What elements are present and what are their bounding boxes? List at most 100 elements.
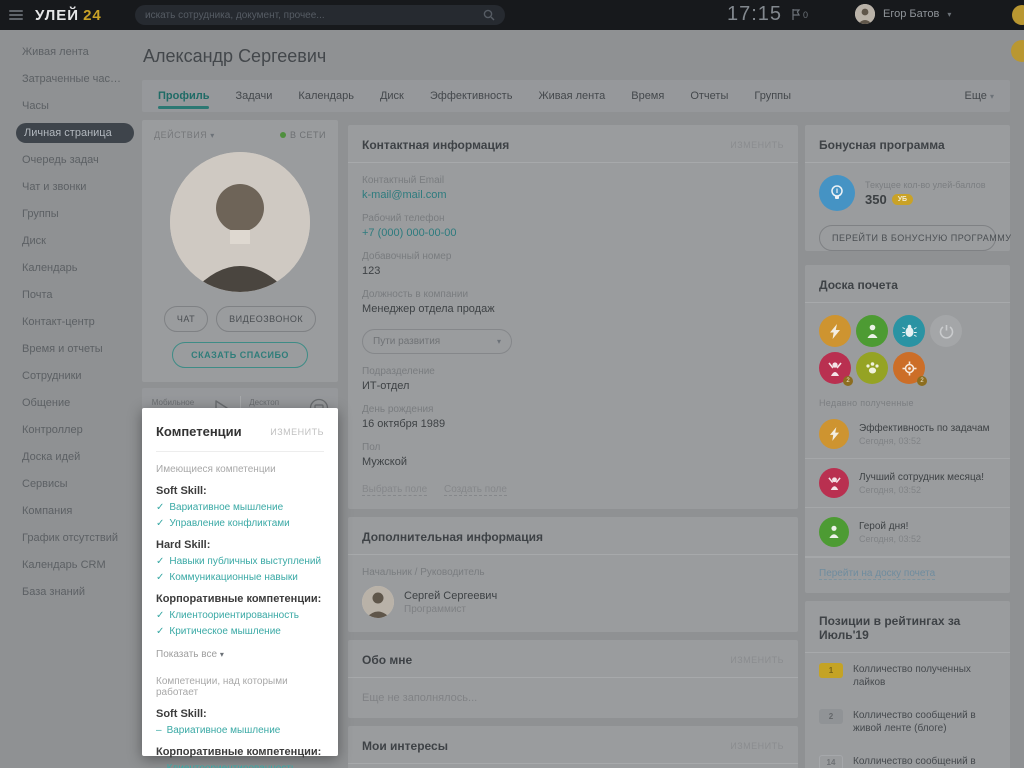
badges-grid: 2 2 <box>805 303 1010 386</box>
paw-badge[interactable] <box>856 352 888 384</box>
rating-label: Колличество полученных лайков <box>853 664 971 688</box>
competency-wip-link[interactable]: –Клиентоориентированность <box>156 763 324 768</box>
tab-profile[interactable]: Профиль <box>158 80 210 112</box>
points-badge: УБ <box>891 193 914 205</box>
field-value: Мужской <box>362 456 407 468</box>
competency-wip-link[interactable]: – Вариативное мышление <box>156 725 324 736</box>
competency-link[interactable]: ✓ Управление конфликтами <box>156 518 324 529</box>
sidebar-item-company[interactable]: Компания <box>0 501 136 521</box>
user-avatar <box>855 4 875 24</box>
sidebar-item-calendar-crm[interactable]: Календарь CRM <box>0 555 136 575</box>
boss-row[interactable]: Сергей Сергеевич Программист <box>362 586 784 618</box>
boss-name[interactable]: Сергей Сергеевич <box>404 590 497 602</box>
gear-badge[interactable]: 2 <box>893 352 927 386</box>
chat-button[interactable]: ЧАТ <box>163 306 209 332</box>
rating-label: Колличество сообщений в живой ленте (бло… <box>853 710 976 734</box>
phone-link[interactable]: +7 (000) 000-00-00 <box>362 227 784 239</box>
chevron-down-icon: ▾ <box>210 131 215 140</box>
page-title: Александр Сергеевич <box>143 46 327 66</box>
actions-dropdown[interactable]: ДЕЙСТВИЯ ▾ <box>154 130 215 140</box>
sidebar-item-personal-page[interactable]: Личная страница <box>16 123 134 143</box>
lightning-icon <box>830 323 840 339</box>
helper-button[interactable] <box>1012 5 1024 25</box>
bonus-title: Бонусная программа <box>819 138 945 152</box>
sidebar-item-disk[interactable]: Диск <box>0 231 136 251</box>
logo-suffix: 24 <box>83 6 102 24</box>
competency-link[interactable]: ✓ Вариативное мышление <box>156 502 324 513</box>
award-title: Эффективность по задачам <box>859 422 990 434</box>
check-icon: ✓ <box>156 626 165 637</box>
tab-live-feed[interactable]: Живая лента <box>538 80 605 112</box>
badge-count: 2 <box>917 376 927 386</box>
recent-award-row[interactable]: Лучший сотрудник месяца! Сегодня, 03:52 <box>805 459 1010 508</box>
competency-link[interactable]: ✓ Навыки публичных выступлений <box>156 556 324 567</box>
sidebar-item-chat-calls[interactable]: Чат и звонки <box>0 177 136 197</box>
sidebar-item-controller[interactable]: Контроллер <box>0 420 136 440</box>
app-logo[interactable]: УЛЕЙ 24 <box>35 7 102 24</box>
development-paths-select[interactable]: Пути развития ▾ <box>362 329 512 354</box>
competency-group-heading: Корпоративные компетенции: <box>156 593 322 605</box>
sidebar-item-idea-board[interactable]: Доска идей <box>0 447 136 467</box>
competency-group-heading: Корпоративные компетенции: <box>156 746 322 758</box>
tab-calendar[interactable]: Календарь <box>298 80 354 112</box>
info-column: Контактная информация ИЗМЕНИТЬ Контактны… <box>348 125 798 768</box>
search-icon[interactable] <box>483 9 495 21</box>
sidebar-item-mail[interactable]: Почта <box>0 285 136 305</box>
go-to-honor-board-link[interactable]: Перейти на доску почета <box>819 568 936 580</box>
online-status: В СЕТИ <box>280 130 326 140</box>
sidebar-item-services[interactable]: Сервисы <box>0 474 136 494</box>
sidebar-item-knowledge-base[interactable]: База знаний <box>0 582 136 602</box>
tab-disk[interactable]: Диск <box>380 80 404 112</box>
hero-badge[interactable] <box>856 315 888 347</box>
user-menu[interactable]: Егор Батов ▾ <box>855 4 951 24</box>
about-edit-link[interactable]: ИЗМЕНИТЬ <box>730 655 784 665</box>
tab-tasks[interactable]: Задачи <box>235 80 272 112</box>
competencies-edit-link[interactable]: ИЗМЕНИТЬ <box>270 427 324 437</box>
honor-board-title: Доска почета <box>819 278 898 292</box>
video-call-button[interactable]: ВИДЕОЗВОНОК <box>216 306 317 332</box>
tab-reports[interactable]: Отчеты <box>690 80 728 112</box>
topbar: УЛЕЙ24 17:15 0 Егор Батов ▾ <box>0 0 1024 30</box>
say-thanks-button[interactable]: СКАЗАТЬ СПАСИБО <box>172 342 308 368</box>
tab-time[interactable]: Время <box>631 80 664 112</box>
hamburger-menu-icon[interactable] <box>9 10 23 20</box>
sidebar-item-calendar[interactable]: Календарь <box>0 258 136 278</box>
tab-groups[interactable]: Группы <box>754 80 791 112</box>
sidebar-item-time-reports[interactable]: Время и отчеты <box>0 339 136 359</box>
lightning-badge[interactable] <box>819 315 851 347</box>
bug-badge[interactable] <box>893 315 925 347</box>
competency-link[interactable]: ✓ Коммуникационные навыки <box>156 572 324 583</box>
show-all-link[interactable]: Показать все ▾ <box>156 649 324 660</box>
tabs-more-dropdown[interactable]: Еще ▾ <box>965 90 994 102</box>
email-link[interactable]: k-mail@mail.com <box>362 189 784 201</box>
sidebar-item-absence-chart[interactable]: График отсутствий <box>0 528 136 548</box>
sidebar-item-hours[interactable]: Часы <box>0 96 136 116</box>
sidebar-item-groups[interactable]: Группы <box>0 204 136 224</box>
notifications-flag[interactable]: 0 <box>792 9 808 20</box>
rating-label: Колличество сообщений в чатах <box>853 756 976 767</box>
sidebar-item-live-feed[interactable]: Живая лента <box>0 42 136 62</box>
field-label: Добавочный номер <box>362 251 452 262</box>
go-to-bonus-program-button[interactable]: ПЕРЕЙТИ В БОНУСНУЮ ПРОГРАММУ <box>819 225 1011 251</box>
sidebar-item-employees[interactable]: Сотрудники <box>0 366 136 386</box>
interests-edit-link[interactable]: ИЗМЕНИТЬ <box>730 741 784 751</box>
competency-link[interactable]: ✓ Клиентоориентированность <box>156 610 324 621</box>
tab-efficiency[interactable]: Эффективность <box>430 80 513 112</box>
search-input[interactable] <box>145 9 483 21</box>
competency-link[interactable]: ✓ Критическое мышление <box>156 626 324 637</box>
best-employee-badge[interactable]: 2 <box>819 352 853 386</box>
recent-award-row[interactable]: Эффективность по задачам Сегодня, 03:52 <box>805 410 1010 459</box>
rating-row: 1 Колличество полученных лайков <box>805 653 1010 699</box>
sidebar-item-contact-center[interactable]: Контакт-центр <box>0 312 136 332</box>
locked-badge[interactable] <box>930 315 962 347</box>
select-field-link[interactable]: Выбрать поле <box>362 484 428 496</box>
assistant-button[interactable] <box>1011 40 1024 62</box>
sidebar-item-task-queue[interactable]: Очередь задач <box>0 150 136 170</box>
sidebar-item-spent-hours[interactable]: Затраченные часы по за... <box>0 69 136 89</box>
work-time-clock[interactable]: 17:15 <box>727 3 782 26</box>
create-field-link[interactable]: Создать поле <box>444 484 507 496</box>
person-arms-up-icon <box>819 468 849 498</box>
recent-award-row[interactable]: Герой дня! Сегодня, 03:52 <box>805 508 1010 557</box>
sidebar-item-communication[interactable]: Общение <box>0 393 136 413</box>
contact-edit-link[interactable]: ИЗМЕНИТЬ <box>730 140 784 150</box>
